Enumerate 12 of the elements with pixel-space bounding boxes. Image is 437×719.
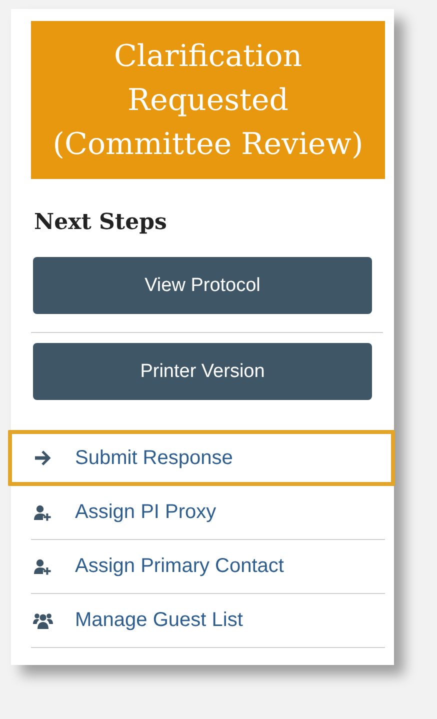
step-link[interactable]: Assign PI Proxy (75, 501, 216, 524)
user-plus-icon (33, 504, 53, 520)
section-heading: Next Steps (34, 209, 168, 235)
arrow-icon (33, 450, 53, 466)
user-plus-icon (33, 558, 53, 574)
status-banner: Clarification Requested (Committee Review) (31, 21, 385, 179)
step-link[interactable]: Assign Primary Contact (75, 555, 284, 578)
action-button[interactable]: Printer Version (33, 343, 372, 400)
users-icon (33, 612, 53, 628)
step-link[interactable]: Manage Guest List (75, 609, 243, 632)
action-button[interactable]: View Protocol (33, 257, 372, 314)
step-link[interactable]: Submit Response (75, 446, 233, 470)
